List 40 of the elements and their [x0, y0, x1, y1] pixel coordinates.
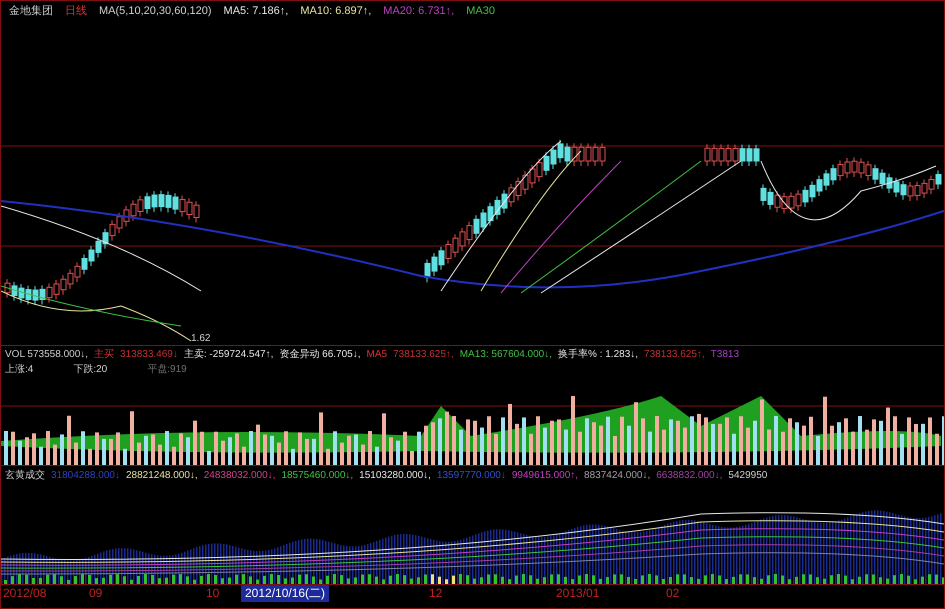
indicator-label: MA30	[466, 4, 495, 19]
date-axis-label: 09	[89, 585, 102, 602]
market-stat-label: 上涨:4	[5, 362, 34, 376]
date-axis-label: 2012/08	[3, 585, 46, 602]
indicator-label: 日线	[65, 4, 87, 19]
indicator-label: 玄黄成交	[5, 468, 45, 482]
indicator-label: 5429950	[728, 468, 768, 482]
date-axis-label: 02	[666, 585, 680, 602]
date-axis-label: 2013/01	[556, 585, 600, 602]
indicator-label: MA13: 567604.000↓,	[460, 348, 552, 362]
indicator-label: MA10: 6.897↑,	[300, 4, 372, 19]
indicator-label: 15103280.000↓,	[359, 468, 431, 482]
indicator-label: 313833.469↓	[120, 348, 178, 362]
indicator-label: 738133.625↑,	[644, 348, 705, 362]
indicator-label: MA5	[366, 348, 388, 362]
indicator-label: 资金异动 66.705↓,	[279, 348, 361, 362]
indicator-label: T3813	[710, 348, 740, 362]
indicator-label: 738133.625↑,	[393, 348, 454, 362]
low-price-label: 1.62	[191, 334, 210, 344]
indicator-label: 8837424.000↓,	[584, 468, 650, 482]
indicator-label: 18575460.000↓,	[281, 468, 354, 482]
date-axis-label: 12	[429, 585, 442, 602]
indicator-label: 主买	[94, 348, 114, 362]
indicator-label: 6638832.000↓,	[656, 468, 722, 482]
indicator-label: MA5: 7.186↑,	[224, 4, 288, 19]
indicator-label: 28821248.000↓,	[126, 468, 198, 482]
indicator-label: VOL 573558.000↓,	[5, 348, 88, 362]
date-axis-label: 2012/10/16(二)	[241, 585, 330, 602]
date-axis-label: 10	[206, 585, 220, 602]
indicator-label: MA20: 6.731↑,	[383, 4, 454, 19]
indicator-label: 金地集团	[9, 4, 53, 19]
market-stat-label: 平盘:919	[147, 362, 187, 376]
indicator-label: 主卖: -259724.547↑,	[184, 348, 274, 362]
indicator-label: 24838032.000↓,	[204, 468, 276, 482]
indicator-label: 换手率% : 1.283↓,	[558, 348, 638, 362]
indicator-label: 31804288.000↓	[51, 468, 120, 482]
indicator-label: MA(5,10,20,30,60,120)	[99, 4, 212, 19]
market-stat-label: 下跌:20	[73, 362, 108, 376]
indicator-label: 9949615.000↑,	[512, 468, 578, 482]
indicator-label: 13597770.000↓	[436, 468, 506, 482]
